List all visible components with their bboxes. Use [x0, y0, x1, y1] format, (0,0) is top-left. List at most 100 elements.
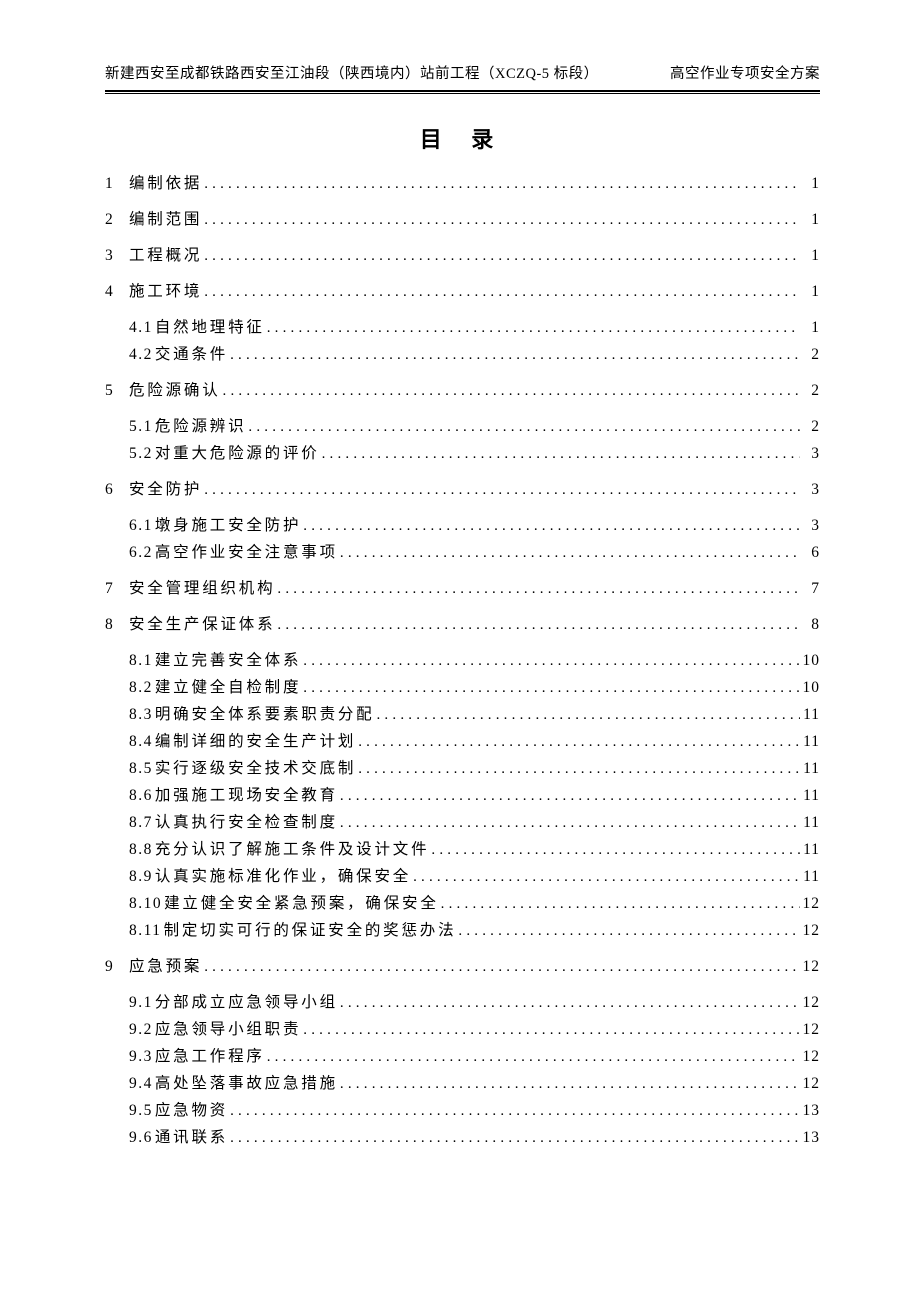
toc-leader-dots: ........................................… — [322, 447, 800, 462]
toc-leader-dots: ........................................… — [230, 1104, 800, 1119]
toc-entry-number: 3 — [105, 248, 127, 264]
toc-entry-number: 9.2 — [129, 1022, 153, 1038]
toc-leader-dots: ........................................… — [223, 384, 800, 399]
toc-title: 目 录 — [105, 122, 820, 154]
toc-leader-dots: ........................................… — [376, 708, 800, 723]
toc-entry-label: 应急预案 — [129, 959, 202, 975]
toc-entry: 8.4编制详细的安全生产计划..........................… — [105, 734, 820, 750]
toc-entry-label: 建立完善安全体系 — [155, 653, 301, 669]
toc-entry-label: 安全管理组织机构 — [129, 581, 275, 597]
toc-entry-number: 8.4 — [129, 734, 153, 750]
toc-leader-dots: ........................................… — [277, 618, 800, 633]
toc-leader-dots: ........................................… — [340, 546, 800, 561]
toc-entry-page: 1 — [802, 284, 820, 300]
toc-entry: 2编制范围...................................… — [105, 212, 820, 228]
toc-leader-dots: ........................................… — [248, 420, 800, 435]
toc-entry-label: 认真实施标准化作业，确保安全 — [155, 869, 411, 885]
toc-entry: 9.3应急工作程序...............................… — [105, 1049, 820, 1065]
toc-entry: 8.1建立完善安全体系.............................… — [105, 653, 820, 669]
toc-entry: 8.3明确安全体系要素职责分配.........................… — [105, 707, 820, 723]
toc-entry-label: 编制依据 — [129, 176, 202, 192]
toc-entry-label: 应急工作程序 — [155, 1049, 265, 1065]
toc-entry-number: 9.5 — [129, 1103, 153, 1119]
toc-entry-label: 明确安全体系要素职责分配 — [155, 707, 375, 723]
toc-entry-page: 1 — [802, 212, 820, 228]
toc-entry-page: 3 — [802, 482, 820, 498]
toc-entry-number: 5.1 — [129, 419, 153, 435]
toc-entry-page: 11 — [802, 734, 820, 750]
toc-entry: 9.6通讯联系.................................… — [105, 1130, 820, 1146]
toc-entry-number: 4 — [105, 284, 127, 300]
toc-entry-page: 12 — [802, 959, 820, 975]
toc-entry-number: 8.3 — [129, 707, 153, 723]
toc-entry-label: 编制详细的安全生产计划 — [155, 734, 356, 750]
toc-entry-page: 13 — [802, 1103, 820, 1119]
toc-entry: 5危险源确认..................................… — [105, 383, 820, 399]
toc-entry: 4施工环境...................................… — [105, 284, 820, 300]
toc-entry-page: 12 — [802, 923, 820, 939]
toc-leader-dots: ........................................… — [267, 1050, 800, 1065]
toc-entry: 9.5应急物资.................................… — [105, 1103, 820, 1119]
toc-leader-dots: ........................................… — [340, 789, 800, 804]
toc-entry: 8.7认真执行安全检查制度...........................… — [105, 815, 820, 831]
toc-entry-page: 11 — [802, 707, 820, 723]
toc-entry: 8.2建立健全自检制度.............................… — [105, 680, 820, 696]
header-left: 新建西安至成都铁路西安至江油段（陕西境内）站前工程（XCZQ-5 标段） — [105, 62, 599, 83]
toc-entry-number: 4.2 — [129, 347, 153, 363]
toc-leader-dots: ........................................… — [441, 897, 800, 912]
toc-entry-label: 实行逐级安全技术交底制 — [155, 761, 356, 777]
toc-leader-dots: ........................................… — [303, 681, 800, 696]
toc-entry-number: 2 — [105, 212, 127, 228]
toc-entry-page: 10 — [802, 680, 820, 696]
toc-leader-dots: ........................................… — [230, 1131, 800, 1146]
toc-leader-dots: ........................................… — [303, 654, 800, 669]
toc-leader-dots: ........................................… — [340, 816, 800, 831]
toc-entry-number: 7 — [105, 581, 127, 597]
toc-entry-number: 8.9 — [129, 869, 153, 885]
toc-entry-page: 12 — [802, 1049, 820, 1065]
toc-entry-number: 4.1 — [129, 320, 153, 336]
toc-entry: 8.8充分认识了解施工条件及设计文件......................… — [105, 842, 820, 858]
toc-leader-dots: ........................................… — [303, 519, 800, 534]
toc-entry-page: 1 — [802, 248, 820, 264]
toc-entry-number: 6 — [105, 482, 127, 498]
toc-entry-number: 8 — [105, 617, 127, 633]
toc-entry-page: 2 — [802, 347, 820, 363]
toc-leader-dots: ........................................… — [204, 960, 800, 975]
toc-entry-page: 2 — [802, 419, 820, 435]
toc-leader-dots: ........................................… — [340, 996, 800, 1011]
toc-entry-number: 8.1 — [129, 653, 153, 669]
toc-entry-page: 13 — [802, 1130, 820, 1146]
toc-entry-label: 对重大危险源的评价 — [155, 446, 320, 462]
toc-entry: 8.10建立健全安全紧急预案，确保安全.....................… — [105, 896, 820, 912]
toc-entry-page: 12 — [802, 995, 820, 1011]
toc-entry: 6安全防护...................................… — [105, 482, 820, 498]
toc-entry-number: 8.8 — [129, 842, 153, 858]
toc-entry-page: 1 — [802, 320, 820, 336]
toc-leader-dots: ........................................… — [204, 249, 800, 264]
toc-leader-dots: ........................................… — [458, 924, 800, 939]
toc-entry-label: 交通条件 — [155, 347, 228, 363]
toc-entry-label: 墩身施工安全防护 — [155, 518, 301, 534]
toc-entry-page: 11 — [802, 869, 820, 885]
toc-entry-number: 8.10 — [129, 896, 162, 912]
toc-entry-label: 通讯联系 — [155, 1130, 228, 1146]
toc-entry: 8.5实行逐级安全技术交底制..........................… — [105, 761, 820, 777]
toc-entry-page: 12 — [802, 896, 820, 912]
toc-entry-page: 11 — [802, 842, 820, 858]
toc-entry: 7安全管理组织机构...............................… — [105, 581, 820, 597]
toc-entry-page: 12 — [802, 1022, 820, 1038]
toc-entry-label: 工程概况 — [129, 248, 202, 264]
toc-entry-number: 9.6 — [129, 1130, 153, 1146]
page-header: 新建西安至成都铁路西安至江油段（陕西境内）站前工程（XCZQ-5 标段） 高空作… — [105, 62, 820, 88]
toc-entry-label: 危险源辨识 — [155, 419, 247, 435]
toc-entry-number: 5.2 — [129, 446, 153, 462]
header-right: 高空作业专项安全方案 — [670, 62, 820, 83]
toc-entry-number: 5 — [105, 383, 127, 399]
toc-entry-label: 应急领导小组职责 — [155, 1022, 301, 1038]
toc-entry-page: 11 — [802, 788, 820, 804]
toc-entry-label: 危险源确认 — [129, 383, 221, 399]
toc-entry-number: 9.3 — [129, 1049, 153, 1065]
toc-entry-label: 安全生产保证体系 — [129, 617, 275, 633]
toc-entry: 9.1分部成立应急领导小组...........................… — [105, 995, 820, 1011]
